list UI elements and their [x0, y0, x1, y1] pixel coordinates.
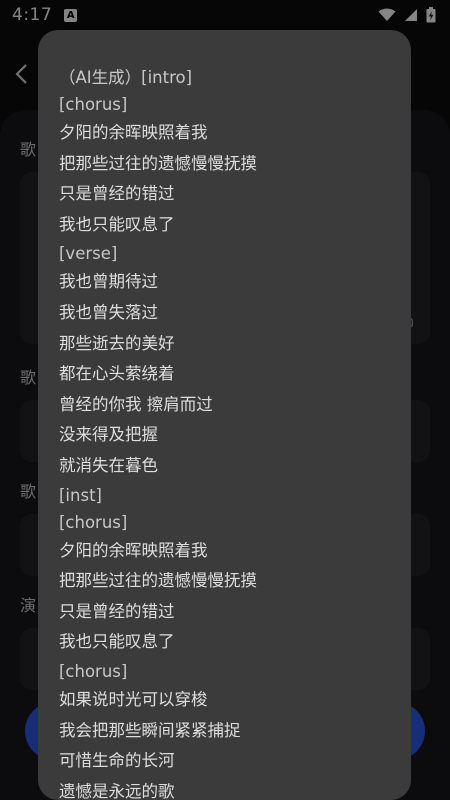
lyrics-line: 我也曾期待过	[59, 272, 158, 292]
lyrics-line: 我也只能叹息了	[59, 214, 175, 234]
lyrics-section-tag: [chorus]	[59, 661, 128, 681]
lyrics-section-tag: （AI生成）[intro]	[59, 68, 193, 87]
lyrics-popup[interactable]: （AI生成）[intro] [chorus] 夕阳的余晖映照着我 把那些过往的遗憾慢慢…	[38, 30, 411, 800]
lyrics-list: （AI生成）[intro] [chorus] 夕阳的余晖映照着我 把那些过往的遗憾慢慢…	[38, 30, 411, 800]
lyrics-line: 我会把那些瞬间紧紧捕捉	[59, 720, 241, 740]
lyrics-line: 那些逝去的美好	[59, 333, 175, 353]
lyrics-line: 可惜生命的长河	[59, 751, 175, 771]
lyrics-line: 只是曾经的错过	[59, 601, 175, 621]
lyrics-line: 夕阳的余晖映照着我	[59, 540, 208, 560]
lyrics-section-tag: [chorus]	[59, 95, 128, 114]
lyrics-line: 都在心头萦绕着	[59, 364, 175, 384]
lyrics-line: 如果说时光可以穿梭	[59, 689, 208, 709]
lyrics-section-tag: [chorus]	[59, 512, 128, 532]
lyrics-section-tag: [inst]	[59, 485, 102, 505]
lyrics-line: 只是曾经的错过	[59, 184, 175, 204]
lyrics-line: 我也曾失落过	[59, 302, 158, 322]
lyrics-line: 把那些过往的遗憾慢慢抚摸	[59, 571, 257, 591]
lyrics-line: 我也只能叹息了	[59, 632, 175, 652]
lyrics-line: 把那些过往的遗憾慢慢抚摸	[59, 153, 257, 173]
lyrics-line: 遗憾是永远的歌	[59, 781, 175, 800]
lyrics-line: 没来得及把握	[59, 425, 158, 445]
lyrics-line: 夕阳的余晖映照着我	[59, 123, 208, 142]
lyrics-line: 就消失在暮色	[59, 455, 158, 475]
lyrics-section-tag: [verse]	[59, 244, 118, 264]
lyrics-line: 曾经的你我 擦肩而过	[59, 394, 213, 414]
